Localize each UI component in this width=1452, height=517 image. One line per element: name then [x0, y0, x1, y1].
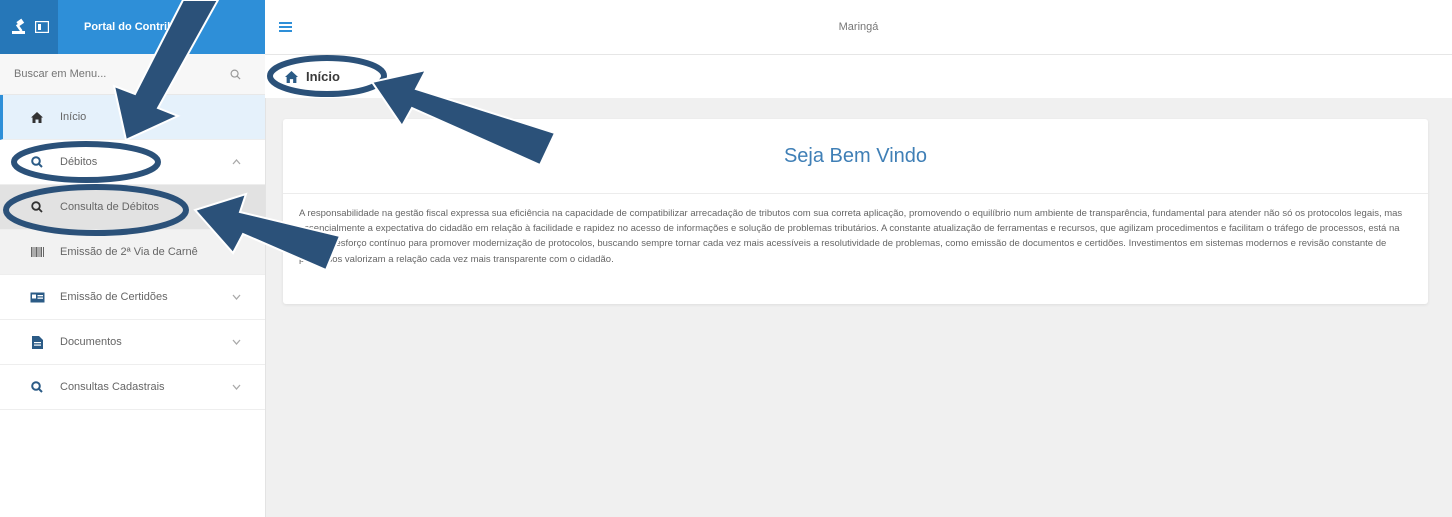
- search-icon[interactable]: [230, 69, 241, 80]
- gavel-icon: [12, 18, 25, 34]
- sidebar-item-consultas-cadastrais[interactable]: Consultas Cadastrais: [0, 365, 265, 410]
- welcome-title: Seja Bem Vindo: [783, 145, 928, 167]
- sidebar-item-label: Consulta de Débitos: [60, 201, 160, 213]
- id-card-icon: [28, 292, 46, 303]
- barcode-icon: [28, 247, 46, 257]
- home-icon[interactable]: [285, 70, 298, 83]
- sidebar-item-inicio[interactable]: Início: [0, 95, 265, 140]
- chevron-up-icon: [232, 156, 241, 168]
- sidebar-item-debitos[interactable]: Débitos: [0, 140, 265, 185]
- sidebar-item-documentos[interactable]: Documentos: [0, 320, 265, 365]
- welcome-text: A responsabilidade na gestão fiscal expr…: [299, 208, 1403, 265]
- sidebar-toggle-icon[interactable]: [35, 21, 49, 33]
- sidebar-item-segunda-via-carne[interactable]: Emissão de 2ª Via de Carnê: [0, 230, 265, 275]
- sidebar-item-label: Débitos: [60, 156, 98, 168]
- sidebar-item-certidoes[interactable]: Emissão de Certidões: [0, 275, 265, 320]
- portal-title: Portal do Contribuinte: [84, 21, 201, 33]
- sidebar: Portal do Contribuinte Início Débitos: [0, 0, 266, 517]
- hamburger-icon[interactable]: [265, 22, 305, 32]
- search-icon: [28, 381, 46, 393]
- sidebar-menu: Início Débitos Consulta de Débitos Emiss…: [0, 95, 265, 410]
- breadcrumb: Início: [265, 55, 1452, 98]
- sidebar-item-label: Documentos: [60, 336, 122, 348]
- search-icon: [28, 201, 46, 213]
- chevron-down-icon: [232, 291, 241, 303]
- top-bar: Maringá: [265, 0, 1452, 55]
- home-icon: [28, 111, 46, 123]
- sidebar-item-label: Consultas Cadastrais: [60, 381, 165, 393]
- menu-search-input[interactable]: [14, 68, 184, 80]
- file-icon: [28, 335, 46, 349]
- breadcrumb-current[interactable]: Início: [306, 69, 340, 84]
- search-icon: [28, 156, 46, 168]
- sidebar-item-consulta-debitos[interactable]: Consulta de Débitos: [0, 185, 265, 230]
- chevron-down-icon: [232, 381, 241, 393]
- sidebar-item-label: Emissão de Certidões: [60, 291, 168, 303]
- sidebar-item-label: Início: [60, 111, 87, 123]
- menu-search: [0, 54, 265, 95]
- brand-logo[interactable]: [0, 0, 58, 54]
- sidebar-item-label: Emissão de 2ª Via de Carnê: [60, 246, 198, 258]
- welcome-card: Seja Bem Vindo A responsabilidade na ges…: [283, 119, 1428, 304]
- city-name: Maringá: [838, 21, 879, 33]
- brand-bar: Portal do Contribuinte: [0, 0, 265, 54]
- chevron-down-icon: [232, 336, 241, 348]
